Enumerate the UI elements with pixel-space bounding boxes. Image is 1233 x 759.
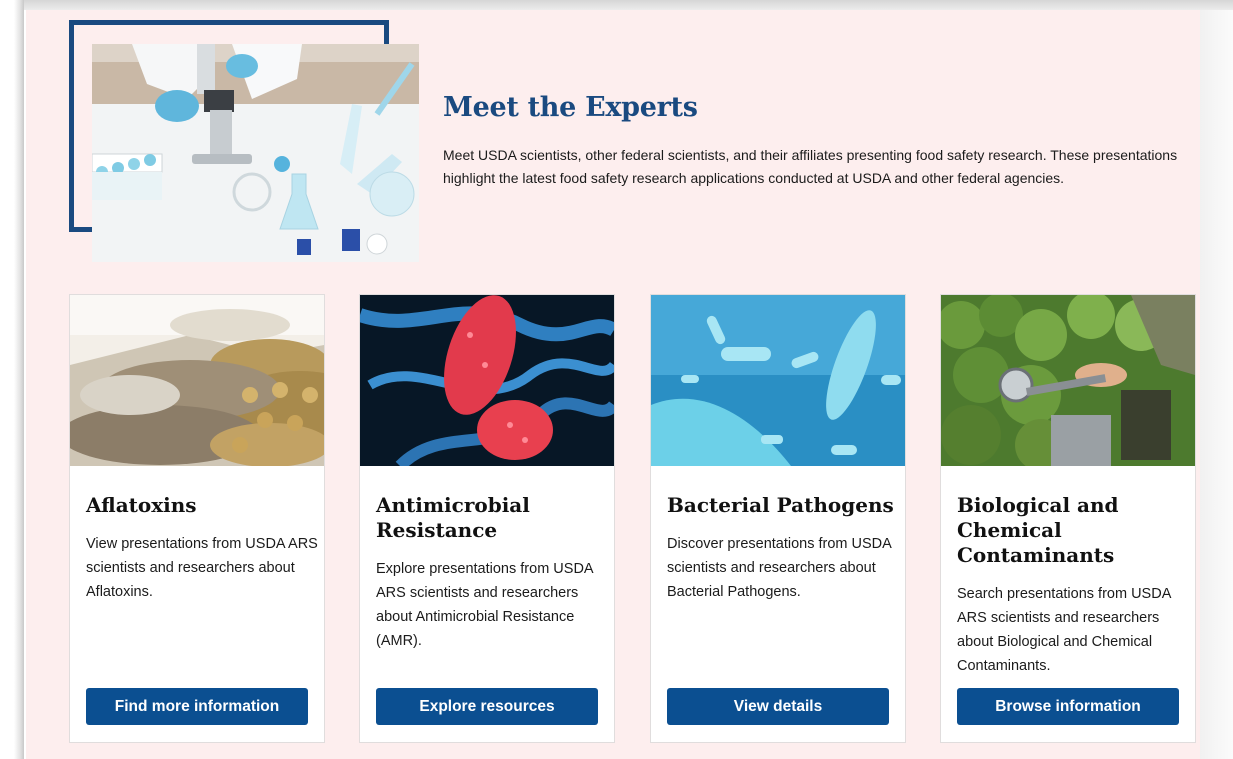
window-right-margin <box>1200 10 1233 759</box>
card-bacterial-pathogens: Bacterial Pathogens Discover presentatio… <box>650 294 906 743</box>
card-biological-chemical-contaminants: Biological and Chemical Contaminants Sea… <box>940 294 1196 743</box>
page-title: Meet the Experts <box>443 92 698 123</box>
view-details-button[interactable]: View details <box>667 688 889 725</box>
window-left-edge <box>0 0 24 759</box>
window-top-edge <box>0 0 1233 10</box>
card-title: Aflatoxins <box>86 493 197 517</box>
card-title: Bacterial Pathogens <box>667 493 894 517</box>
find-more-information-button[interactable]: Find more information <box>86 688 308 725</box>
card-image-bacterial <box>651 295 905 466</box>
card-description: Search presentations from USDA ARS scien… <box>957 586 1171 674</box>
card-image-contaminants <box>941 295 1195 466</box>
card-description: Explore presentations from USDA ARS scie… <box>376 561 593 649</box>
card-title: Antimicrobial Resistance <box>376 493 530 542</box>
card-description: Discover presentations from USDA scienti… <box>667 536 892 600</box>
card-image-antimicrobial <box>360 295 614 466</box>
card-antimicrobial-resistance: Antimicrobial Resistance Explore present… <box>359 294 615 743</box>
card-title: Biological and Chemical Contaminants <box>957 493 1119 567</box>
browse-information-button[interactable]: Browse information <box>957 688 1179 725</box>
card-aflatoxins: Aflatoxins View presentations from USDA … <box>69 294 325 743</box>
card-description: View presentations from USDA ARS scienti… <box>86 536 318 600</box>
card-image-aflatoxins <box>70 295 324 466</box>
hero-description: Meet USDA scientists, other federal scie… <box>443 147 1178 186</box>
explore-resources-button[interactable]: Explore resources <box>376 688 598 725</box>
hero-lab-image <box>92 44 419 262</box>
